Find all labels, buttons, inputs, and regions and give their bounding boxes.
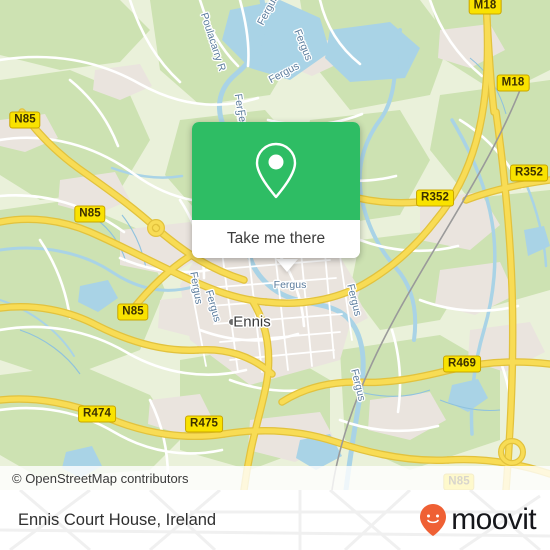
location-popup-card[interactable]: Take me there <box>192 122 360 258</box>
road-shield-m18: M18 <box>468 0 502 15</box>
map-attribution-bar: © OpenStreetMap contributors <box>0 466 550 490</box>
place-dot-ennis <box>228 318 236 326</box>
map-pin-icon <box>255 142 297 199</box>
road-shield-r475: R475 <box>185 415 223 433</box>
moovit-brand-text: moovit <box>451 503 536 536</box>
moovit-map-screenshot: Ennis N85 N85 N85 N85 M18 M18 R352 R352 … <box>0 0 550 550</box>
road-shield-r352: R352 <box>510 164 548 182</box>
road-shield-n85: N85 <box>117 303 149 321</box>
footer-bar: Ennis Court House, Ireland moovit <box>0 490 550 550</box>
popup-pin-area <box>192 122 360 220</box>
attribution-text[interactable]: © OpenStreetMap contributors <box>0 471 189 486</box>
road-shield-r474: R474 <box>78 405 116 423</box>
road-shield-r469: R469 <box>443 355 481 373</box>
moovit-brand[interactable]: moovit <box>417 490 537 550</box>
road-shield-n85: N85 <box>9 111 41 129</box>
take-me-there-label: Take me there <box>226 230 326 247</box>
moovit-pin-icon <box>420 504 447 536</box>
page-title: Ennis Court House, Ireland <box>18 510 217 529</box>
popup-pointer-tail <box>276 259 298 272</box>
road-shield-r352: R352 <box>416 189 454 207</box>
road-shield-n85: N85 <box>74 205 106 223</box>
map-canvas[interactable]: Ennis N85 N85 N85 N85 M18 M18 R352 R352 … <box>0 0 550 490</box>
road-shield-m18: M18 <box>496 74 530 92</box>
popup-action-area[interactable]: Take me there <box>192 220 360 258</box>
